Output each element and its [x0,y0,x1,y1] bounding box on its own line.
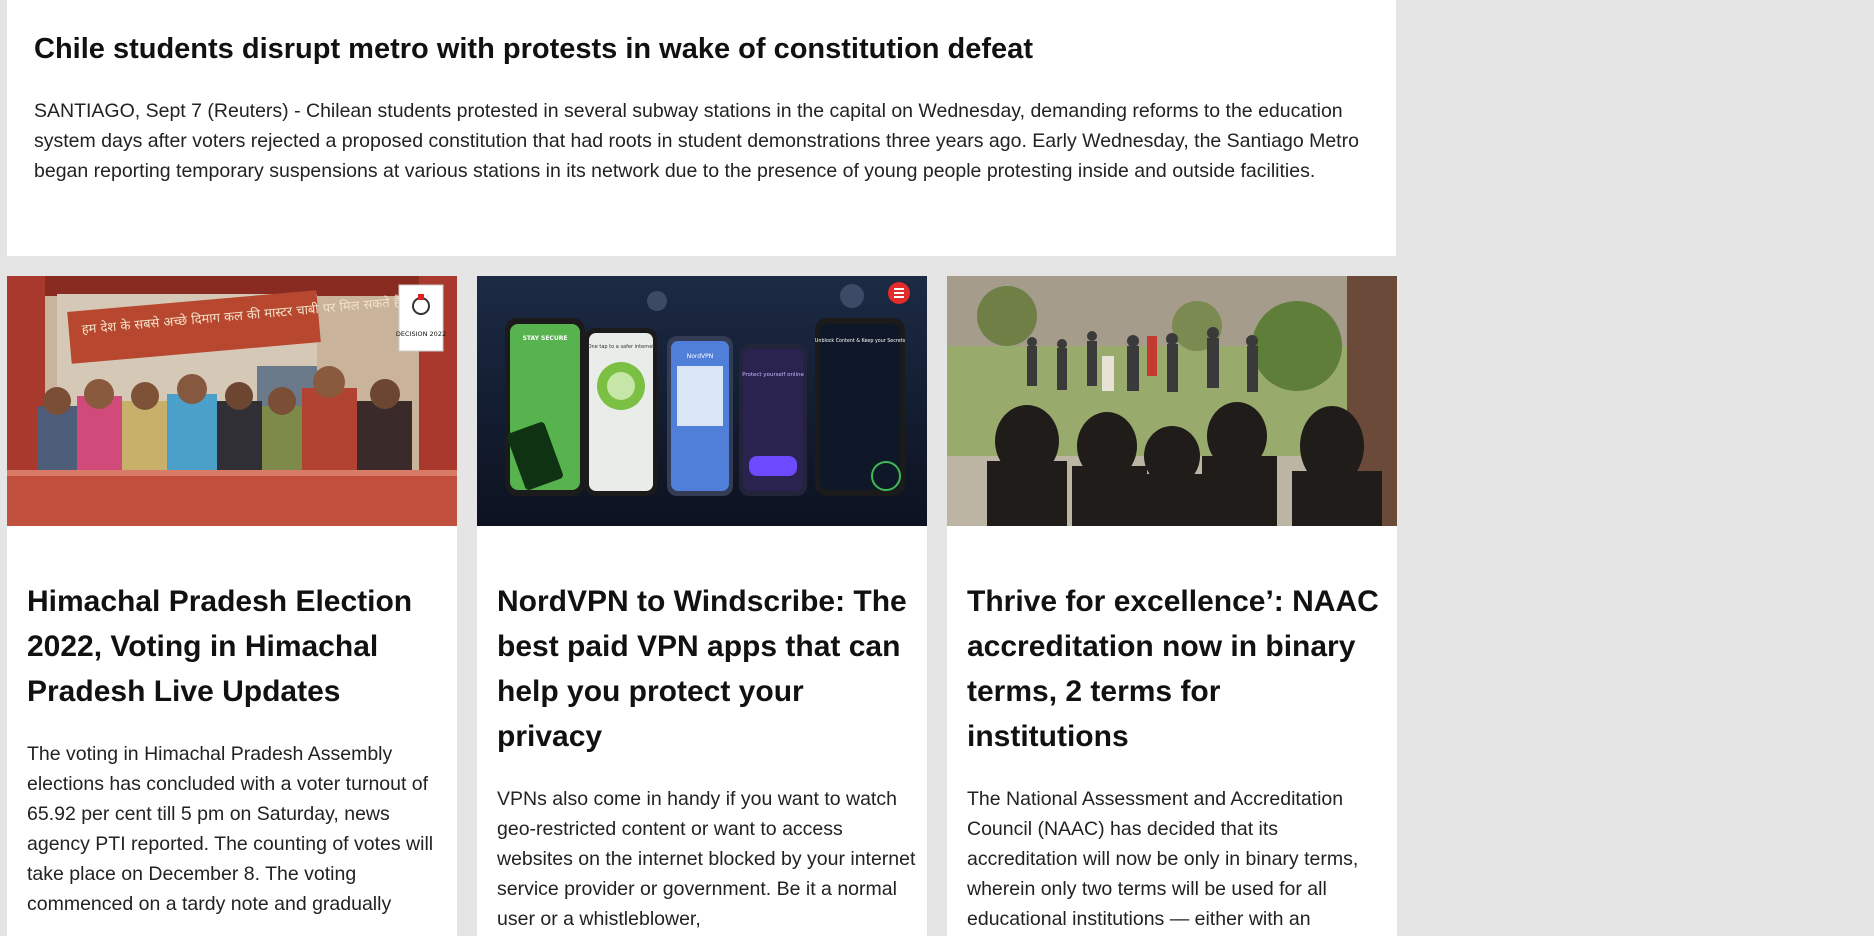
svg-text:STAY SECURE: STAY SECURE [523,335,568,342]
news-card-naac[interactable]: Thrive for excellence’: NAAC accreditati… [947,276,1397,936]
top-story-body: SANTIAGO, Sept 7 (Reuters) - Chilean stu… [34,100,1359,182]
card-title[interactable]: Himachal Pradesh Election 2022, Voting i… [27,579,447,714]
svg-text:NordVPN: NordVPN [687,353,714,360]
card-image-students[interactable] [947,276,1397,526]
card-title[interactable]: NordVPN to Windscribe: The best paid VPN… [497,579,917,759]
card-image-voters[interactable]: हम देश के सबसे अच्छे दिमाग कल की मास्टर … [7,276,457,526]
card-excerpt: The voting in Himachal Pradesh Assembly … [27,743,434,915]
news-card-vpn[interactable]: STAY SECURE One tap to a safer internet … [477,276,927,936]
news-card-himachal[interactable]: हम देश के सबसे अच्छे दिमाग कल की मास्टर … [7,276,457,936]
card-excerpt: The National Assessment and Accreditatio… [967,788,1359,930]
card-title[interactable]: Thrive for excellence’: NAAC accreditati… [967,579,1387,759]
top-story-title[interactable]: Chile students disrupt metro with protes… [34,32,1376,66]
card-image-vpn-apps[interactable]: STAY SECURE One tap to a safer internet … [477,276,927,526]
card-excerpt: VPNs also come in handy if you want to w… [497,788,916,930]
svg-text:Protect yourself online: Protect yourself online [742,372,804,378]
svg-text:Unblock Content & Keep your Se: Unblock Content & Keep your Secrets [815,338,906,344]
decision-badge: DECISION 2022 [396,330,446,338]
top-story-card[interactable]: Chile students disrupt metro with protes… [7,0,1396,256]
svg-text:One tap to a safer internet: One tap to a safer internet [588,344,655,350]
